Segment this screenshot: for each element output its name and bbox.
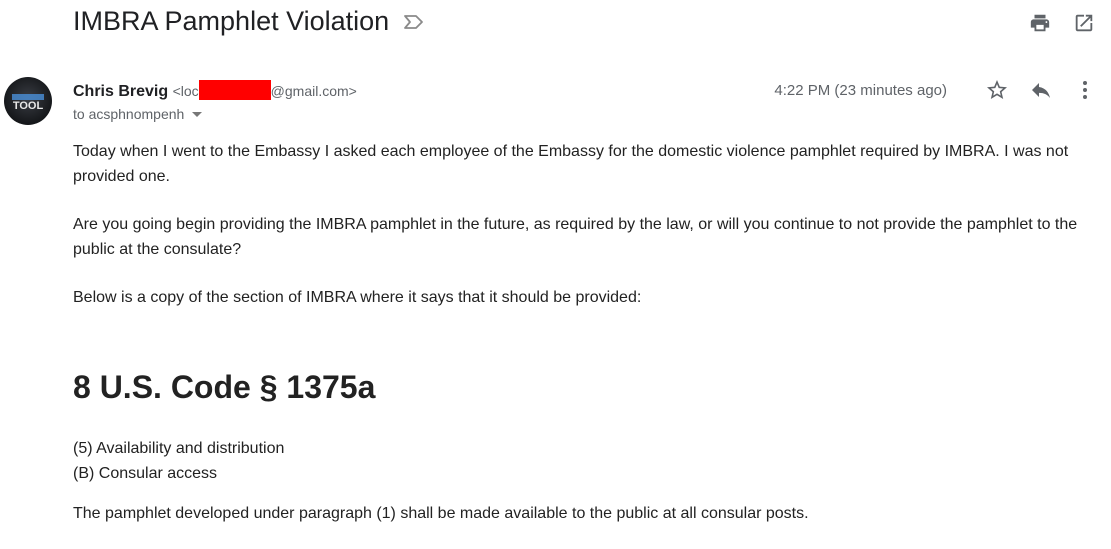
recipient-row: to acsphnompenh <box>73 106 203 122</box>
avatar-logo-text: TOOL <box>13 100 44 112</box>
more-vert-icon[interactable] <box>1073 78 1097 102</box>
open-in-new-icon[interactable] <box>1073 12 1095 34</box>
print-icon[interactable] <box>1029 12 1051 34</box>
body-line-consular: (B) Consular access <box>73 465 218 482</box>
body-paragraph-1: Today when I went to the Embassy I asked… <box>73 143 1069 185</box>
timestamp: 4:22 PM (23 minutes ago) <box>774 81 947 99</box>
sender-email: <loc @gmail.com> <box>172 80 357 100</box>
reply-icon[interactable] <box>1029 78 1053 102</box>
redaction-box <box>198 80 271 100</box>
caret-down-icon[interactable] <box>192 111 203 117</box>
sender-row: Chris Brevig <loc @gmail.com> <box>73 80 357 101</box>
top-actions <box>1029 12 1095 34</box>
recipient-label: to acsphnompenh <box>73 106 185 122</box>
label-outline-icon[interactable] <box>403 13 425 31</box>
sender-name[interactable]: Chris Brevig <box>73 83 168 100</box>
message-meta: 4:22 PM (23 minutes ago) <box>774 78 1097 102</box>
avatar[interactable]: TOOL <box>4 77 52 125</box>
body-paragraph-4: The pamphlet developed under paragraph (… <box>73 505 809 522</box>
body-paragraph-3: Below is a copy of the section of IMBRA … <box>73 289 642 306</box>
subject-row: IMBRA Pamphlet Violation <box>73 6 425 37</box>
code-heading: 8 U.S. Code § 1375a <box>73 369 376 405</box>
message-body: Today when I went to the Embassy I asked… <box>73 139 1103 549</box>
body-paragraph-2: Are you going begin providing the IMBRA … <box>73 216 1078 258</box>
star-outline-icon[interactable] <box>985 78 1009 102</box>
sender-email-prefix: <loc <box>172 83 199 99</box>
body-line-availability: (5) Availability and distribution <box>73 440 285 457</box>
sender-email-suffix: @gmail.com> <box>270 83 357 99</box>
email-subject: IMBRA Pamphlet Violation <box>73 6 390 36</box>
